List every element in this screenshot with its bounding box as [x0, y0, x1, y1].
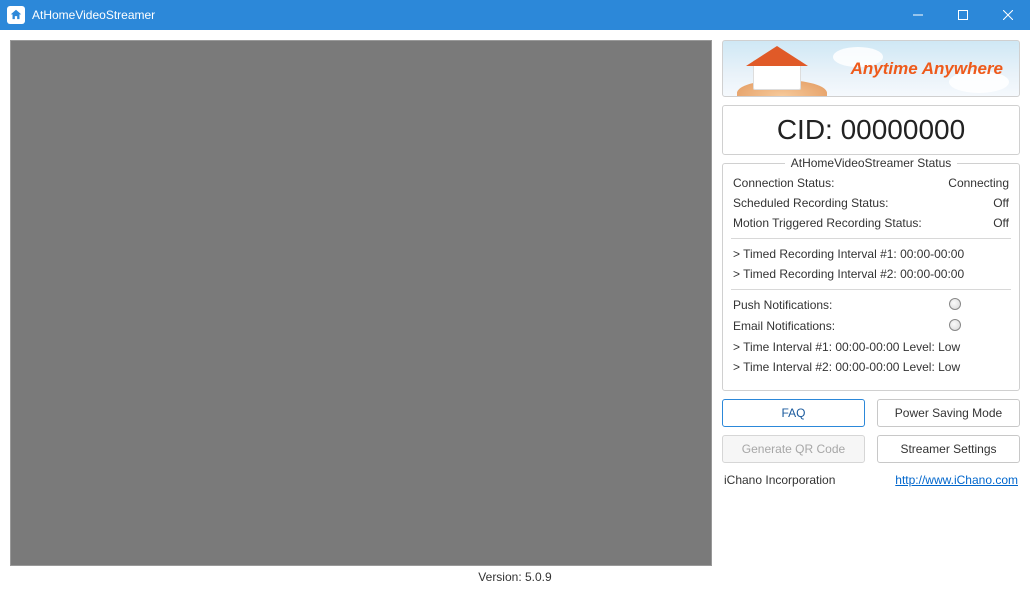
time-interval-1: > Time Interval #1: 00:00-00:00 Level: L…	[733, 340, 1009, 354]
company-name: iChano Incorporation	[724, 473, 835, 487]
version-label: Version: 5.0.9	[0, 566, 1030, 590]
banner-text: Anytime Anywhere	[851, 59, 1003, 79]
push-notifications-radio[interactable]	[949, 298, 961, 310]
timed-interval-1: > Timed Recording Interval #1: 00:00-00:…	[733, 247, 1009, 261]
house-illustration	[731, 40, 831, 97]
motion-recording-value: Off	[993, 216, 1009, 230]
window-title: AtHomeVideoStreamer	[32, 8, 155, 22]
connection-status-value: Connecting	[948, 176, 1009, 190]
power-saving-button[interactable]: Power Saving Mode	[877, 399, 1020, 427]
separator	[731, 238, 1011, 239]
connection-status-label: Connection Status:	[733, 176, 834, 190]
motion-recording-label: Motion Triggered Recording Status:	[733, 216, 922, 230]
app-icon	[7, 6, 25, 24]
side-panel: Anytime Anywhere CID: 00000000 AtHomeVid…	[722, 40, 1020, 566]
company-link[interactable]: http://www.iChano.com	[895, 473, 1018, 487]
faq-button[interactable]: FAQ	[722, 399, 865, 427]
streamer-settings-button[interactable]: Streamer Settings	[877, 435, 1020, 463]
generate-qr-button: Generate QR Code	[722, 435, 865, 463]
timed-interval-2: > Timed Recording Interval #2: 00:00-00:…	[733, 267, 1009, 281]
close-button[interactable]	[985, 0, 1030, 30]
footer-row: iChano Incorporation http://www.iChano.c…	[722, 471, 1020, 489]
email-notifications-label: Email Notifications:	[733, 319, 835, 334]
maximize-button[interactable]	[940, 0, 985, 30]
scheduled-recording-label: Scheduled Recording Status:	[733, 196, 888, 210]
status-legend: AtHomeVideoStreamer Status	[733, 156, 1009, 170]
cid-value: CID: 00000000	[723, 114, 1019, 146]
push-notifications-label: Push Notifications:	[733, 298, 832, 313]
status-group: AtHomeVideoStreamer Status Connection St…	[722, 163, 1020, 391]
banner: Anytime Anywhere	[722, 40, 1020, 97]
cid-box: CID: 00000000	[722, 105, 1020, 155]
time-interval-2: > Time Interval #2: 00:00-00:00 Level: L…	[733, 360, 1009, 374]
minimize-button[interactable]	[895, 0, 940, 30]
scheduled-recording-value: Off	[993, 196, 1009, 210]
title-bar: AtHomeVideoStreamer	[0, 0, 1030, 30]
email-notifications-radio[interactable]	[949, 319, 961, 331]
separator	[731, 289, 1011, 290]
video-preview-panel	[10, 40, 712, 566]
content-area: Anytime Anywhere CID: 00000000 AtHomeVid…	[0, 30, 1030, 566]
